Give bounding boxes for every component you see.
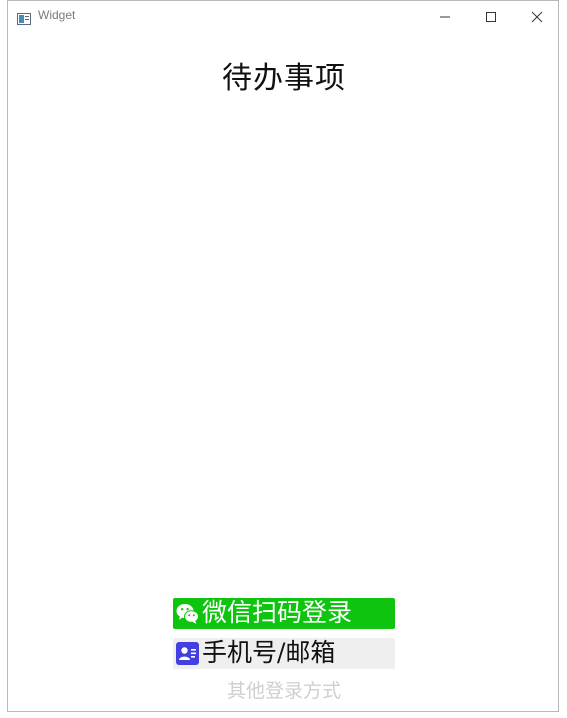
phone-email-login-label: 手机号/邮箱 [202, 638, 336, 667]
app-window: Widget 待办事项 微信扫码登录 手机号/邮箱 其他登录方式 [7, 0, 559, 712]
close-icon [531, 11, 543, 23]
page-title: 待办事项 [222, 61, 346, 96]
close-button[interactable] [514, 1, 560, 32]
app-window-icon [17, 10, 31, 25]
minimize-icon [440, 16, 450, 18]
minimize-button[interactable] [422, 1, 468, 32]
other-login-methods-link[interactable]: 其他登录方式 [8, 676, 560, 703]
wechat-login-button[interactable]: 微信扫码登录 [173, 598, 395, 629]
contact-card-icon [175, 641, 200, 666]
phone-email-login-button[interactable]: 手机号/邮箱 [173, 638, 395, 669]
maximize-icon [486, 12, 496, 22]
maximize-button[interactable] [468, 1, 514, 32]
window-title: Widget [38, 8, 76, 22]
wechat-login-label: 微信扫码登录 [202, 598, 353, 627]
title-bar[interactable]: Widget [8, 1, 558, 32]
wechat-icon [175, 601, 200, 626]
